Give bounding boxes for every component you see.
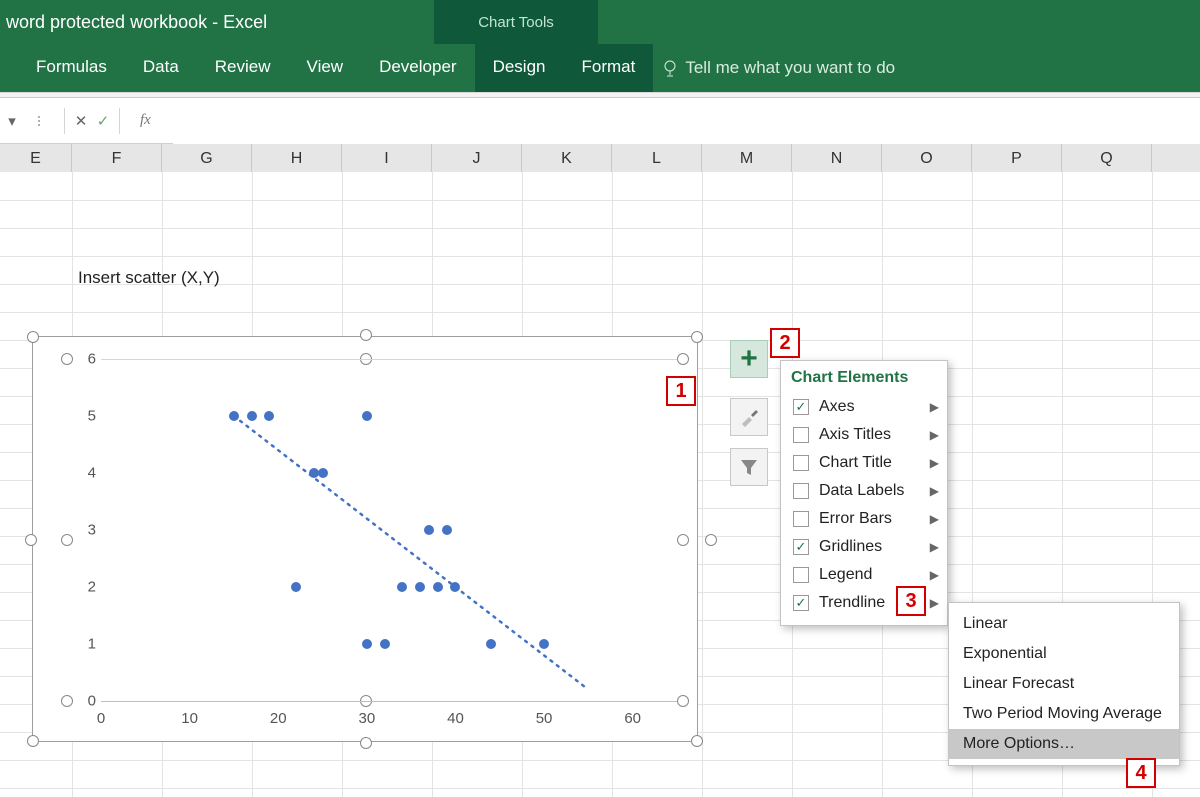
chart-element-legend[interactable]: Legend ▶ [781, 561, 947, 589]
chevron-right-icon[interactable]: ▶ [930, 456, 939, 470]
chart-element-axis-titles[interactable]: Axis Titles ▶ [781, 421, 947, 449]
col-L[interactable]: L [612, 144, 702, 174]
col-K[interactable]: K [522, 144, 612, 174]
trendline[interactable] [67, 359, 685, 701]
cancel-icon[interactable]: ✕ [71, 106, 91, 136]
x-tick-label: 0 [97, 710, 105, 727]
checkbox-icon[interactable] [793, 511, 809, 527]
chevron-right-icon[interactable]: ▶ [930, 540, 939, 554]
doc-title: word protected workbook - Excel [6, 12, 267, 33]
chart-element-axes[interactable]: ✓ Axes ▶ [781, 393, 947, 421]
ribbon-tabs: Formulas Data Review View Developer Desi… [0, 44, 1200, 92]
col-H[interactable]: H [252, 144, 342, 174]
chevron-right-icon[interactable]: ▶ [930, 596, 939, 610]
tab-developer[interactable]: Developer [361, 47, 475, 89]
checkbox-icon[interactable]: ✓ [793, 539, 809, 555]
checkbox-icon[interactable]: ✓ [793, 595, 809, 611]
chart-elements-title: Chart Elements [791, 369, 947, 387]
x-tick-label: 30 [359, 710, 376, 727]
chart-element-gridlines[interactable]: ✓ Gridlines ▶ [781, 533, 947, 561]
formula-input[interactable] [173, 98, 1200, 144]
x-tick-label: 40 [447, 710, 464, 727]
drag-dots-icon [32, 116, 46, 126]
chart-element-chart-title[interactable]: Chart Title ▶ [781, 449, 947, 477]
chart-element-data-labels[interactable]: Data Labels ▶ [781, 477, 947, 505]
chevron-right-icon[interactable]: ▶ [930, 400, 939, 414]
col-E[interactable]: E [0, 144, 72, 174]
trendline-option-more-options[interactable]: More Options… [949, 729, 1179, 759]
tell-me-search[interactable]: Tell me what you want to do [653, 58, 895, 78]
chart-tools-contextual-label: Chart Tools [434, 0, 598, 44]
tab-view[interactable]: View [289, 47, 362, 89]
checkbox-icon[interactable] [793, 567, 809, 583]
callout-3: 3 [896, 586, 926, 616]
trendline-option-exponential[interactable]: Exponential [949, 639, 1179, 669]
resize-handle[interactable] [360, 737, 372, 749]
trendline-submenu: Linear Exponential Linear Forecast Two P… [948, 602, 1180, 766]
lightbulb-icon [661, 58, 679, 78]
x-tick-label: 20 [270, 710, 287, 727]
col-G[interactable]: G [162, 144, 252, 174]
resize-handle[interactable] [691, 735, 703, 747]
chevron-right-icon[interactable]: ▶ [930, 568, 939, 582]
paintbrush-icon [739, 407, 759, 427]
resize-handle[interactable] [27, 735, 39, 747]
col-Q[interactable]: Q [1062, 144, 1152, 174]
col-I[interactable]: I [342, 144, 432, 174]
fx-icon[interactable]: fx [140, 112, 151, 129]
chart-styles-button[interactable] [730, 398, 768, 436]
checkbox-icon[interactable] [793, 483, 809, 499]
chevron-right-icon[interactable]: ▶ [930, 428, 939, 442]
checkbox-icon[interactable]: ✓ [793, 399, 809, 415]
x-tick-label: 10 [181, 710, 198, 727]
chart-element-error-bars[interactable]: Error Bars ▶ [781, 505, 947, 533]
col-P[interactable]: P [972, 144, 1062, 174]
plot-area[interactable]: 01234560102030405060 [67, 359, 685, 701]
trendline-option-two-period-ma[interactable]: Two Period Moving Average [949, 699, 1179, 729]
callout-4: 4 [1126, 758, 1156, 788]
resize-handle[interactable] [360, 329, 372, 341]
col-N[interactable]: N [792, 144, 882, 174]
tab-design[interactable]: Design [475, 47, 564, 89]
resize-handle[interactable] [691, 331, 703, 343]
col-O[interactable]: O [882, 144, 972, 174]
x-tick-label: 50 [536, 710, 553, 727]
tab-review[interactable]: Review [197, 47, 289, 89]
chevron-right-icon[interactable]: ▶ [930, 484, 939, 498]
resize-handle[interactable] [27, 331, 39, 343]
tab-data[interactable]: Data [125, 47, 197, 89]
resize-handle[interactable] [705, 534, 717, 546]
trendline-option-linear[interactable]: Linear [949, 609, 1179, 639]
tab-formulas[interactable]: Formulas [18, 47, 125, 89]
x-tick-label: 60 [624, 710, 641, 727]
checkbox-icon[interactable] [793, 427, 809, 443]
checkbox-icon[interactable] [793, 455, 809, 471]
col-F[interactable]: F [72, 144, 162, 174]
callout-1: 1 [666, 376, 696, 406]
trendline-option-linear-forecast[interactable]: Linear Forecast [949, 669, 1179, 699]
chevron-right-icon[interactable]: ▶ [930, 512, 939, 526]
tab-format[interactable]: Format [564, 47, 654, 89]
chart-filters-button[interactable] [730, 448, 768, 486]
namebox-dropdown[interactable]: ▾ [2, 106, 22, 136]
cell-insert-scatter[interactable]: Insert scatter (X,Y) [78, 268, 220, 288]
col-M[interactable]: M [702, 144, 792, 174]
confirm-icon[interactable]: ✓ [93, 106, 113, 136]
callout-2: 2 [770, 328, 800, 358]
resize-handle[interactable] [25, 534, 37, 546]
column-headers: E F G H I J K L M N O P Q [0, 144, 1200, 174]
plus-icon: + [740, 344, 758, 374]
titlebar: word protected workbook - Excel [0, 0, 1200, 44]
funnel-icon [739, 457, 759, 477]
chart-object[interactable]: 01234560102030405060 [32, 336, 698, 742]
formula-bar: ▾ ✕ ✓ fx [0, 98, 1200, 144]
chart-elements-button[interactable]: + [730, 340, 768, 378]
col-J[interactable]: J [432, 144, 522, 174]
